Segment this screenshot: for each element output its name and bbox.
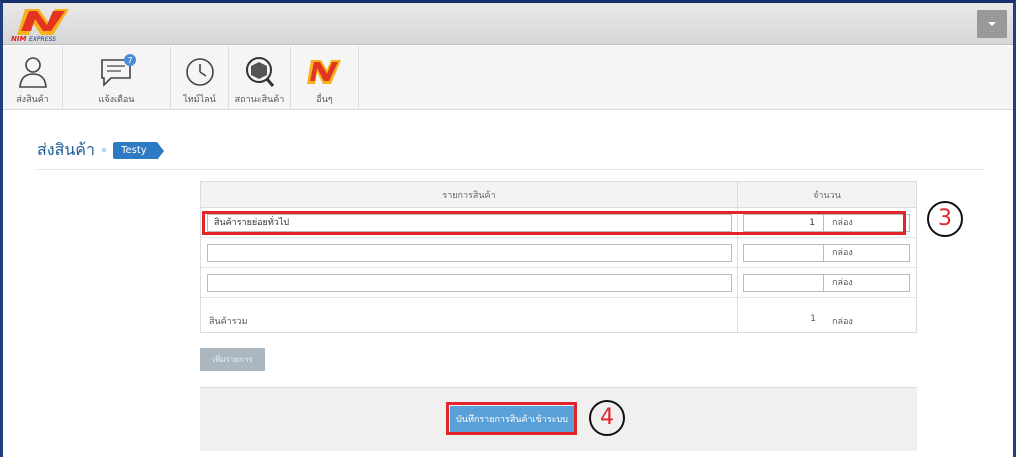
qty-input[interactable] [744, 275, 824, 291]
goods-table: รายการสินค้า จำนวน สินค้ารายย่อยทั่วไป 1… [200, 181, 917, 333]
nim-logo-icon [306, 60, 341, 84]
table-row: กล่อง [201, 238, 916, 268]
nav-item-send-goods[interactable]: ส่งสินค้า [3, 46, 63, 110]
qty-field[interactable]: กล่อง [743, 244, 910, 262]
nav-label: ไทม์ไลน์ [183, 95, 216, 105]
nav-label: สถานะสินค้า [234, 95, 285, 105]
notification-badge: 7 [127, 56, 132, 65]
total-row: สินค้ารวม 1 กล่อง [201, 298, 916, 332]
breadcrumb: ส่งสินค้า » Testy [37, 138, 164, 162]
table-row: กล่อง [201, 268, 916, 298]
total-label: สินค้ารวม [209, 317, 248, 327]
dropdown-menu-button[interactable] [977, 10, 1007, 38]
nav-item-goods-status[interactable]: สถานะสินค้า [229, 46, 291, 110]
divider [37, 169, 983, 170]
nav-label: ส่งสินค้า [16, 95, 49, 105]
nav-item-timeline[interactable]: ไทม์ไลน์ [171, 46, 229, 110]
app-window: NIM EXPRESS ส่งสินค้า 7 แจ้งเตือน ไทม์ไล… [0, 0, 1016, 457]
breadcrumb-separator: » [100, 144, 108, 156]
add-item-button[interactable]: เพิ่มรายการ [200, 348, 265, 371]
svg-text:NIM: NIM [11, 35, 26, 43]
highlight-save-annotation [446, 402, 577, 435]
page-title: ส่งสินค้า [37, 139, 95, 159]
item-input[interactable] [207, 244, 732, 262]
nav-item-notifications[interactable]: 7 แจ้งเตือน [63, 46, 171, 110]
nim-express-logo[interactable]: NIM EXPRESS [9, 5, 95, 43]
column-header-qty: จำนวน [813, 190, 841, 201]
svg-text:EXPRESS: EXPRESS [29, 36, 56, 43]
qty-field[interactable]: กล่อง [743, 274, 910, 292]
qty-unit: กล่อง [832, 248, 853, 258]
highlight-row-annotation [202, 211, 906, 235]
total-unit: กล่อง [832, 317, 853, 327]
step-4-marker: 4 [589, 400, 625, 436]
qty-input[interactable] [744, 245, 824, 261]
total-qty: 1 [810, 314, 816, 324]
nav-item-other[interactable]: อื่นๆ [291, 46, 359, 110]
nav-label: แจ้งเตือน [98, 95, 135, 105]
step-3-marker: 3 [927, 201, 963, 237]
column-header-item: รายการสินค้า [201, 182, 738, 207]
table-header: รายการสินค้า จำนวน [201, 182, 916, 208]
chat-bubble-icon: 7 [100, 54, 136, 87]
nav-label: อื่นๆ [316, 95, 333, 105]
icon-nav-bar: ส่งสินค้า 7 แจ้งเตือน ไทม์ไลน์ สถานะสินค… [3, 46, 1013, 110]
breadcrumb-current[interactable]: Testy [113, 141, 164, 160]
item-input[interactable] [207, 274, 732, 292]
clock-icon [185, 58, 214, 86]
qty-unit: กล่อง [832, 278, 853, 288]
box-search-icon [245, 57, 274, 87]
top-bar: NIM EXPRESS [3, 3, 1013, 45]
user-icon [18, 57, 47, 88]
